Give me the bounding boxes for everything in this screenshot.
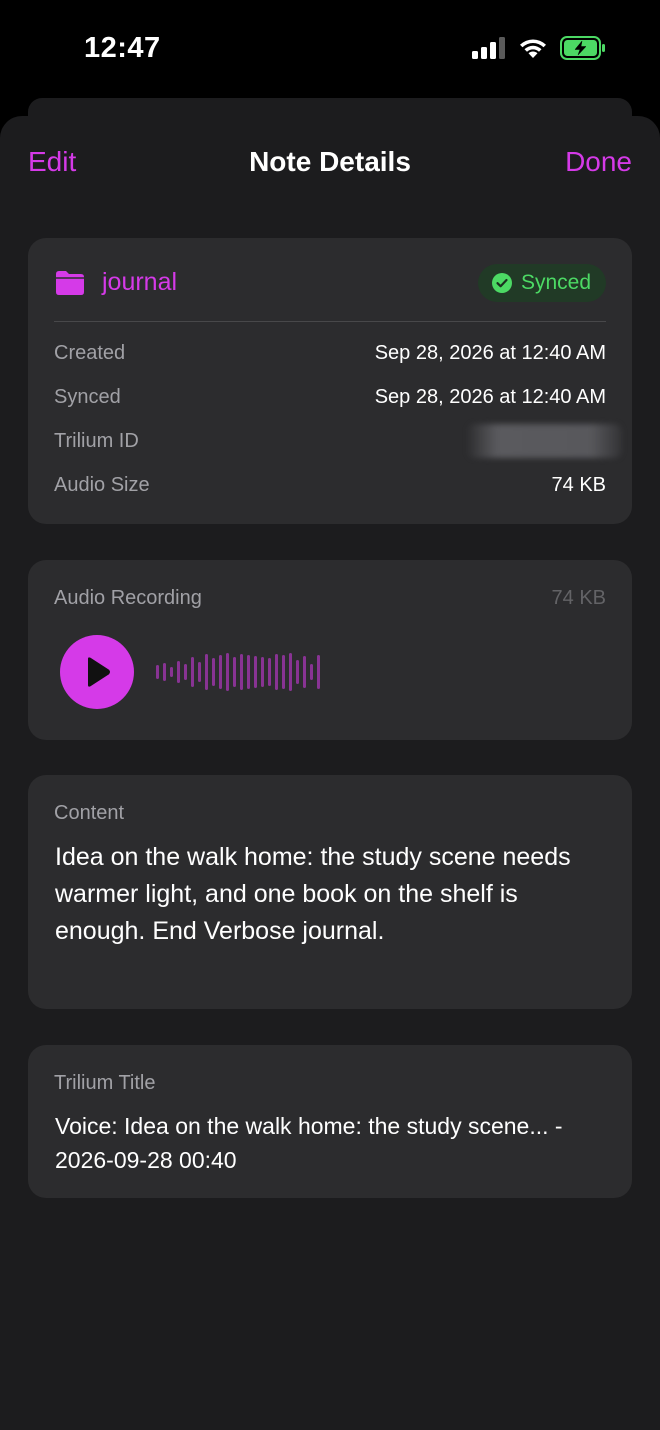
status-badge: Synced [477, 264, 606, 302]
trilium-title-label: Trilium Title [54, 1072, 156, 1094]
waveform-bar [177, 661, 180, 683]
waveform-bar [205, 654, 208, 690]
waveform-bar [163, 663, 166, 681]
waveform-bar [282, 655, 285, 689]
folder-icon [56, 270, 84, 295]
content-text[interactable]: Idea on the walk home: the study scene n… [55, 839, 615, 950]
waveform-bar [184, 664, 187, 680]
wifi-icon [520, 39, 546, 58]
waveform-bar [212, 658, 215, 686]
waveform-bar [317, 655, 320, 689]
waveform-icon[interactable] [154, 650, 354, 694]
trilium-title-text: Voice: Idea on the walk home: the study … [55, 1113, 563, 1173]
audio-recording-card: Audio Recording 74 KB [28, 560, 632, 740]
status-badge-label: Synced [520, 271, 591, 294]
waveform-bar [268, 658, 271, 686]
trilium-id-value-redacted [466, 424, 622, 458]
status-bar: 12:47 [0, 0, 660, 100]
audio-recording-size: 74 KB [551, 587, 606, 609]
created-label: Created [54, 342, 126, 364]
audio-recording-label: Audio Recording [54, 587, 202, 609]
audio-size-value: 74 KB [551, 474, 606, 496]
folder-name: journal [102, 268, 178, 296]
waveform-bar [296, 660, 299, 684]
done-button[interactable]: Done [565, 146, 632, 178]
synced-value: Sep 28, 2026 at 12:40 AM [374, 386, 606, 408]
waveform-bar [233, 657, 236, 687]
play-button[interactable] [60, 635, 134, 709]
content-card: Content Idea on the walk home: the study… [28, 775, 632, 1009]
synced-label: Synced [54, 386, 121, 408]
status-icons [472, 36, 606, 60]
status-time: 12:47 [84, 32, 161, 64]
waveform-bar [226, 653, 229, 691]
trilium-title-card: Trilium Title Voice: Idea on the walk ho… [28, 1045, 632, 1198]
trilium-id-row: Trilium ID [54, 424, 622, 460]
play-icon [88, 657, 110, 687]
waveform-bar [240, 654, 243, 690]
waveform-bar [219, 655, 222, 689]
waveform-bar [261, 657, 264, 687]
battery-charging-icon [560, 36, 605, 60]
content-label: Content [54, 802, 125, 824]
page-title: Note Details [249, 146, 411, 177]
note-info-card: journal Synced Created Sep 28, 2026 at 1… [28, 238, 632, 524]
created-row: Created Sep 28, 2026 at 12:40 AM [54, 342, 606, 372]
waveform-bar [170, 667, 173, 677]
waveform-bar [198, 662, 201, 682]
waveform-bar [289, 653, 292, 691]
waveform-bar [254, 656, 257, 688]
audio-size-row: Audio Size 74 KB [54, 474, 606, 504]
divider [54, 321, 606, 322]
waveform-bar [303, 656, 306, 688]
folder-row[interactable]: journal [54, 268, 177, 297]
waveform-bar [310, 664, 313, 680]
waveform-bar [275, 654, 278, 690]
audio-size-label: Audio Size [54, 474, 150, 496]
created-value: Sep 28, 2026 at 12:40 AM [374, 342, 606, 364]
waveform-bar [247, 655, 250, 689]
waveform-bar [191, 657, 194, 687]
trilium-id-label: Trilium ID [54, 430, 139, 452]
checkmark-circle-icon [491, 273, 512, 293]
waveform-bar [156, 665, 159, 679]
cellular-signal-icon [472, 37, 505, 59]
synced-row: Synced Sep 28, 2026 at 12:40 AM [54, 386, 606, 416]
